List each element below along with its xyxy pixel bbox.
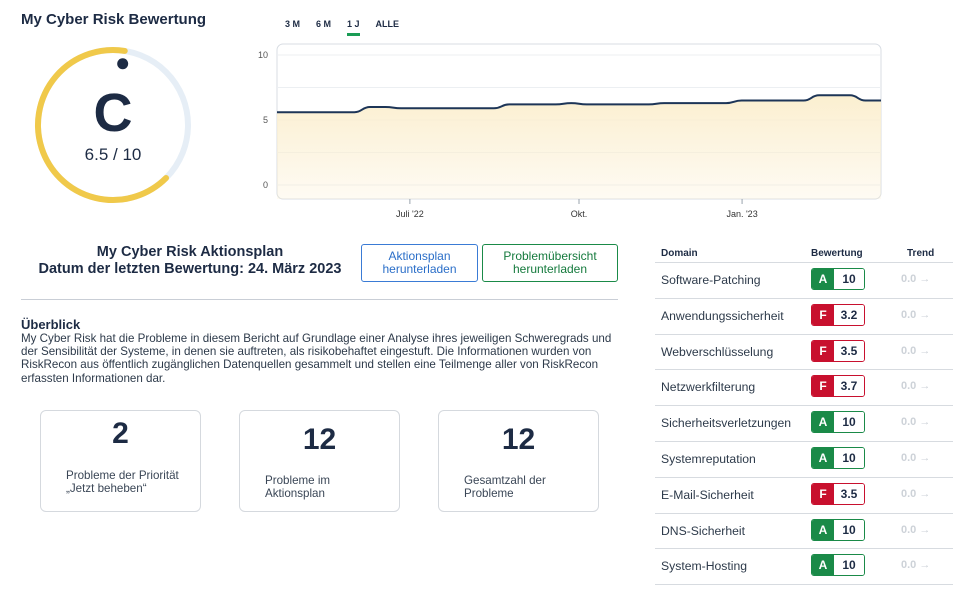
rating-score: 10	[834, 448, 864, 468]
trend-value: 0.0 →	[901, 308, 931, 321]
stat-card-priority-issues: 2 Probleme der Priorität „Jetzt beheben“	[40, 410, 201, 512]
rating-grade: A	[812, 448, 834, 468]
y-tick-label: 0	[263, 180, 268, 190]
stat-value: 2	[112, 417, 129, 450]
rating-score: 10	[834, 269, 864, 289]
table-row[interactable]: DNS-Sicherheit A 10 0.0 →	[655, 512, 953, 549]
stat-value: 12	[501, 423, 536, 456]
rating-badge: A 10	[811, 447, 865, 469]
domain-name: E-Mail-Sicherheit	[661, 487, 754, 502]
score-history-plot: 10 5 0 Juli '22 Okt. Jan. '23	[258, 43, 882, 219]
rating-badge: F 3.7	[811, 375, 865, 398]
download-action-plan-button[interactable]: Aktionsplan herunterladen	[361, 244, 478, 282]
time-range-tabs: 3 M 6 M 1 J ALLE	[285, 17, 415, 36]
y-tick-label: 10	[258, 50, 268, 60]
x-tick-label: Okt.	[571, 209, 588, 219]
trend-value: 0.0 →	[901, 416, 931, 429]
rating-badge: A 10	[811, 268, 865, 290]
overview-heading: Überblick	[21, 317, 81, 332]
divider	[21, 299, 618, 300]
table-row[interactable]: Webverschlüsselung F 3.5 0.0 →	[655, 333, 953, 370]
table-row[interactable]: Software-Patching A 10 0.0 →	[655, 262, 953, 298]
domain-name: Webverschlüsselung	[661, 344, 774, 359]
range-tab-all[interactable]: ALLE	[376, 17, 406, 36]
domain-name: Netzwerkfilterung	[661, 380, 756, 395]
score-history-chart: 10 5 0 Juli '22 Okt. Jan. '23	[250, 40, 890, 230]
rating-score: 10	[834, 519, 864, 540]
rating-score: 3.5	[834, 483, 864, 504]
score-area	[277, 95, 881, 199]
stat-label: Probleme der Priorität „Jetzt beheben“	[66, 469, 179, 495]
rating-grade: A	[812, 269, 834, 289]
trend-value: 0.0 →	[901, 487, 931, 500]
domain-name: Sicherheitsverletzungen	[661, 416, 792, 431]
action-plan-title: My Cyber Risk Aktionsplan	[96, 244, 284, 260]
range-tab-1y[interactable]: 1 J	[347, 17, 360, 36]
trend-value: 0.0 →	[901, 344, 931, 357]
rating-grade: F	[812, 376, 834, 397]
rating-badge: F 3.5	[811, 339, 865, 362]
risk-score: 6.5 / 10	[84, 145, 142, 164]
domain-name: System-Hosting	[661, 559, 748, 574]
x-tick-label: Juli '22	[396, 209, 424, 219]
column-header-trend: Trend	[907, 248, 935, 259]
stat-card-total-issues: 12 Gesamtzahl der Probleme	[438, 410, 599, 512]
rating-grade: F	[812, 340, 834, 361]
rating-score: 3.7	[834, 376, 864, 397]
table-row[interactable]: System-Hosting A 10 0.0 →	[655, 548, 953, 584]
column-header-rating: Bewertung	[811, 248, 863, 259]
rating-badge: A 10	[811, 518, 865, 541]
trend-value: 0.0 →	[901, 523, 931, 536]
table-row[interactable]: E-Mail-Sicherheit F 3.5 0.0 →	[655, 476, 953, 513]
column-header-domain: Domain	[661, 248, 698, 259]
gauge-marker	[117, 58, 129, 70]
rating-badge: A 10	[811, 554, 865, 577]
domain-name: Systemreputation	[661, 452, 756, 466]
trend-value: 0.0 →	[901, 273, 931, 285]
risk-grade: C	[93, 83, 133, 143]
table-bottom-border	[655, 584, 953, 586]
rating-grade: A	[812, 555, 834, 576]
stat-label: Probleme im Aktionsplan	[265, 474, 331, 500]
last-assessment-date: Datum der letzten Bewertung: 24. März 20…	[38, 261, 342, 277]
range-tab-6m[interactable]: 6 M	[316, 17, 337, 36]
stat-value: 12	[302, 423, 337, 456]
table-row[interactable]: Anwendungssicherheit F 3.2 0.0 →	[655, 297, 953, 334]
rating-score: 3.5	[834, 340, 864, 361]
rating-badge: A 10	[811, 411, 865, 434]
download-issue-overview-button[interactable]: Problemübersicht herunterladen	[482, 244, 618, 282]
domain-name: Software-Patching	[661, 273, 761, 287]
table-row[interactable]: Systemreputation A 10 0.0 →	[655, 441, 953, 477]
rating-badge: F 3.5	[811, 482, 865, 505]
rating-grade: A	[812, 519, 834, 540]
rating-score: 10	[834, 412, 864, 433]
domain-name: DNS-Sicherheit	[661, 523, 745, 538]
rating-score: 10	[834, 555, 864, 576]
trend-value: 0.0 →	[901, 452, 931, 464]
overview-text: My Cyber Risk hat die Probleme in diesem…	[21, 332, 612, 385]
x-tick-label: Jan. '23	[726, 209, 757, 219]
score-gauge: C 6.5 / 10	[30, 42, 196, 208]
trend-value: 0.0 →	[901, 559, 931, 572]
rating-grade: A	[812, 412, 834, 433]
table-row[interactable]: Netzwerkfilterung F 3.7 0.0 →	[655, 369, 953, 405]
action-plan-header: My Cyber Risk Aktionsplan Datum der letz…	[20, 244, 360, 278]
stat-label: Gesamtzahl der Probleme	[464, 474, 546, 500]
stat-card-action-plan-issues: 12 Probleme im Aktionsplan	[239, 410, 400, 512]
domain-name: Anwendungssicherheit	[661, 308, 784, 323]
range-tab-3m[interactable]: 3 M	[285, 17, 306, 36]
rating-badge: F 3.2	[811, 303, 865, 326]
trend-value: 0.0 →	[901, 380, 931, 393]
page-title: My Cyber Risk Bewertung	[21, 11, 207, 28]
table-row[interactable]: Sicherheitsverletzungen A 10 0.0 →	[655, 405, 953, 441]
rating-grade: F	[812, 304, 834, 325]
y-tick-label: 5	[263, 115, 268, 125]
rating-score: 3.2	[834, 304, 864, 325]
rating-grade: F	[812, 483, 834, 504]
